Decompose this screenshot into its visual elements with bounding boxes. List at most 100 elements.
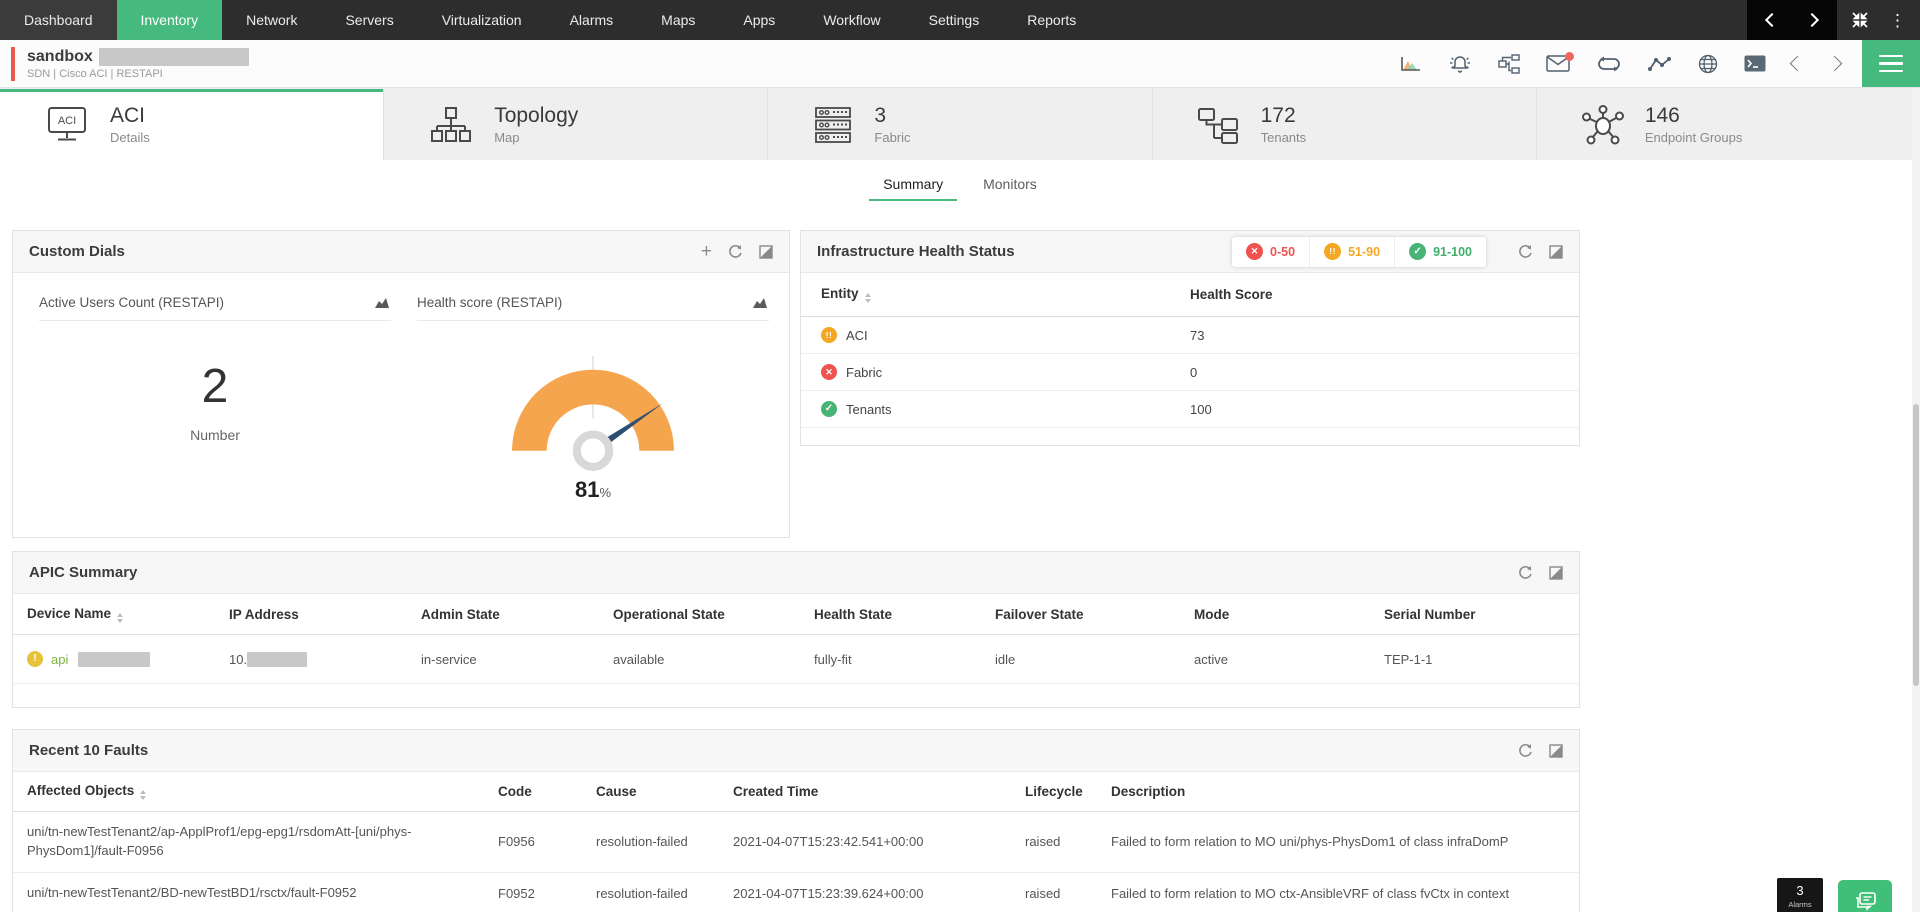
panel-title: Recent 10 Faults <box>29 742 148 759</box>
chat-fab[interactable] <box>1838 880 1892 912</box>
nav-item-inventory[interactable]: Inventory <box>117 0 223 40</box>
nav-item-settings[interactable]: Settings <box>905 0 1004 40</box>
table-row[interactable]: uni/tn-newTestTenant2/ap-ApplProf1/epg-e… <box>13 812 1579 873</box>
alarms-fab[interactable]: 3 Alarms <box>1777 878 1823 912</box>
gauge-unit: % <box>599 485 611 500</box>
mail-notification-dot <box>1565 52 1574 61</box>
table-row[interactable]: ✓ Tenants 100 <box>801 391 1579 428</box>
nav-item-virtualization[interactable]: Virtualization <box>418 0 546 40</box>
col-created-time[interactable]: Created Time <box>733 784 1025 799</box>
refresh-icon[interactable] <box>728 244 743 259</box>
device-link[interactable]: api <box>51 652 68 667</box>
add-dial-icon[interactable]: + <box>701 242 712 261</box>
redaction-blob <box>78 652 150 667</box>
sort-icon <box>140 790 146 800</box>
nav-item-reports[interactable]: Reports <box>1003 0 1100 40</box>
fault-cause: resolution-failed <box>596 886 733 901</box>
panel-title: Infrastructure Health Status <box>817 243 1015 260</box>
collapse-icon[interactable] <box>1851 11 1869 29</box>
legend-label: 51-90 <box>1348 245 1380 259</box>
col-health-score[interactable]: Health Score <box>1190 287 1559 302</box>
scrollbar-thumb[interactable] <box>1913 404 1919 686</box>
custom-dials-panel: Custom Dials + Active Users Count (RESTA… <box>12 230 790 538</box>
redaction-blob <box>99 48 249 66</box>
col-affected-objects[interactable]: Affected Objects <box>27 783 498 800</box>
col-failover-state[interactable]: Failover State <box>995 607 1194 622</box>
tab-monitors[interactable]: Monitors <box>969 173 1051 201</box>
health-gauge: 81% <box>477 335 709 503</box>
col-operational-state[interactable]: Operational State <box>613 607 814 622</box>
table-row[interactable]: uni/tn-newTestTenant2/BD-newTestBD1/rsct… <box>13 873 1579 912</box>
col-serial-number[interactable]: Serial Number <box>1384 607 1579 622</box>
refresh-icon[interactable] <box>1518 743 1533 758</box>
nav-scroll-controls <box>1747 0 1837 40</box>
card-topology-map[interactable]: Topology Map <box>383 89 767 160</box>
recent-faults-panel: Recent 10 Faults Affected Objects Code C… <box>12 729 1580 912</box>
nav-item-alarms[interactable]: Alarms <box>546 0 638 40</box>
line-chart-icon[interactable] <box>1648 56 1672 72</box>
nav-item-servers[interactable]: Servers <box>321 0 417 40</box>
mode: active <box>1194 652 1384 667</box>
col-entity[interactable]: Entity <box>821 286 1190 303</box>
globe-icon[interactable] <box>1698 54 1718 74</box>
nav-item-apps[interactable]: Apps <box>719 0 799 40</box>
workflow-icon[interactable] <box>1498 54 1520 74</box>
nav-item-dashboard[interactable]: Dashboard <box>0 0 117 40</box>
device-category: SDN | Cisco ACI | RESTAPI <box>27 68 249 80</box>
nav-scroll-left-icon[interactable] <box>1765 13 1779 27</box>
card-fabric[interactable]: 3 Fabric <box>767 89 1151 160</box>
area-chart-icon[interactable] <box>1400 55 1422 73</box>
entity-name: Tenants <box>846 402 892 417</box>
refresh-icon[interactable] <box>1518 565 1533 580</box>
topology-icon <box>428 106 474 144</box>
expand-icon[interactable] <box>1549 744 1563 758</box>
link-icon[interactable] <box>1596 56 1622 72</box>
affected-object: uni/tn-newTestTenant2/BD-newTestBD1/rsct… <box>27 884 498 903</box>
health-score: 0 <box>1190 365 1559 380</box>
device-status-accent <box>11 47 15 81</box>
card-title: Topology <box>494 104 578 127</box>
expand-icon[interactable] <box>759 245 773 259</box>
card-tenants[interactable]: 172 Tenants <box>1152 89 1536 160</box>
terminal-icon[interactable] <box>1744 55 1766 72</box>
device-warning-icon: ! <box>27 651 43 667</box>
more-options-icon[interactable]: ⋮ <box>1889 12 1906 29</box>
table-row[interactable]: !! ACI 73 <box>801 317 1579 354</box>
card-title: 3 <box>874 104 910 127</box>
health-score: 100 <box>1190 402 1559 417</box>
col-mode[interactable]: Mode <box>1194 607 1384 622</box>
tab-summary[interactable]: Summary <box>869 173 957 201</box>
summary-cards-row: ACI ACI Details Topology Map <box>0 88 1920 160</box>
device-next-icon[interactable] <box>1827 56 1843 72</box>
card-subtitle: Endpoint Groups <box>1645 130 1743 145</box>
expand-icon[interactable] <box>1549 566 1563 580</box>
device-prev-icon[interactable] <box>1790 56 1806 72</box>
custom-dials-header: Custom Dials + <box>13 231 789 273</box>
col-description[interactable]: Description <box>1111 784 1579 799</box>
col-ip-address[interactable]: IP Address <box>229 607 421 622</box>
col-lifecycle[interactable]: Lifecycle <box>1025 784 1111 799</box>
nav-item-network[interactable]: Network <box>222 0 321 40</box>
alarm-bell-icon[interactable] <box>1448 54 1472 74</box>
mini-chart-icon[interactable] <box>752 296 769 309</box>
legend-label: 91-100 <box>1433 245 1472 259</box>
col-health-state[interactable]: Health State <box>814 607 995 622</box>
mini-chart-icon[interactable] <box>374 296 391 309</box>
hamburger-menu-button[interactable] <box>1862 40 1920 87</box>
expand-icon[interactable] <box>1549 245 1563 259</box>
table-row[interactable]: ! api 10. in-service available fully-fit… <box>13 635 1579 684</box>
col-code[interactable]: Code <box>498 784 596 799</box>
svg-text:ACI: ACI <box>58 115 76 127</box>
nav-item-maps[interactable]: Maps <box>637 0 719 40</box>
card-aci-details[interactable]: ACI ACI Details <box>0 89 383 160</box>
card-subtitle: Tenants <box>1261 130 1307 145</box>
nav-scroll-right-icon[interactable] <box>1805 13 1819 27</box>
nav-item-workflow[interactable]: Workflow <box>799 0 904 40</box>
card-endpoint-groups[interactable]: 146 Endpoint Groups <box>1536 89 1920 160</box>
col-cause[interactable]: Cause <box>596 784 733 799</box>
table-row[interactable]: ✕ Fabric 0 <box>801 354 1579 391</box>
warning-icon: !! <box>1324 243 1341 260</box>
col-admin-state[interactable]: Admin State <box>421 607 613 622</box>
col-device-name[interactable]: Device Name <box>27 606 229 623</box>
refresh-icon[interactable] <box>1518 244 1533 259</box>
